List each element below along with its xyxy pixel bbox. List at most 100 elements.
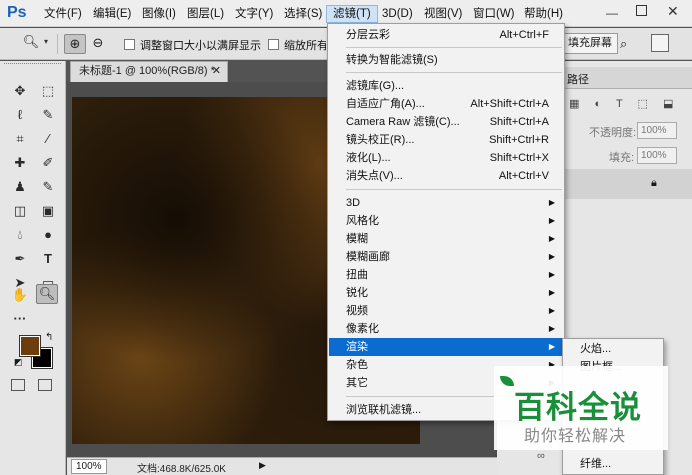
zoom-tool-preset-icon[interactable]: 🔍︎	[20, 33, 42, 53]
menu-type[interactable]: 文字(Y)	[229, 5, 279, 23]
more-tools-icon[interactable]: ···	[9, 309, 31, 329]
menu-item-stylize[interactable]: 风格化 ▶	[329, 212, 563, 230]
hand-tool-icon[interactable]: ✋	[9, 285, 31, 305]
fill-screen-button[interactable]: 填充屏幕	[562, 33, 618, 54]
history-brush-tool-icon[interactable]: ✎	[37, 177, 59, 197]
submenu-arrow-icon: ▶	[548, 216, 555, 225]
layer-filter-icons[interactable]: ▦ ◐ T ⬚ ⬓	[569, 97, 679, 110]
menu-item-pixelate[interactable]: 像素化 ▶	[329, 320, 563, 338]
menu-item-video[interactable]: 视频 ▶	[329, 302, 563, 320]
opacity-label: 不透明度:	[589, 127, 637, 139]
menu-edit[interactable]: 编辑(E)	[87, 5, 137, 23]
watermark: 百科全说 助你轻松解决	[494, 366, 668, 450]
menu-separator	[346, 72, 562, 73]
submenu-arrow-icon: ▶	[548, 306, 555, 315]
quick-selection-tool-icon[interactable]: ✎	[37, 105, 59, 125]
blur-tool-icon[interactable]: 💧︎	[9, 225, 31, 245]
swap-colors-icon[interactable]: ↰	[45, 332, 53, 343]
menu-item-adaptive-wide-angle[interactable]: 自适应广角(A)... Alt+Shift+Ctrl+A	[329, 95, 563, 113]
photoshop-logo: Ps	[7, 4, 27, 21]
menu-filter[interactable]: 滤镜(T)	[326, 5, 378, 23]
menu-separator	[346, 189, 562, 190]
dodge-tool-icon[interactable]: ●	[37, 225, 59, 245]
chevron-down-icon[interactable]: ▾	[44, 37, 48, 46]
close-icon[interactable]: ✕	[667, 3, 679, 20]
menu-item-sharpen[interactable]: 锐化 ▶	[329, 284, 563, 302]
menu-item-blur[interactable]: 模糊 ▶	[329, 230, 563, 248]
submenu-arrow-icon: ▶	[548, 270, 555, 279]
brush-tool-icon[interactable]: ✐	[37, 153, 59, 173]
move-tool-icon[interactable]: ✥	[9, 81, 31, 101]
quick-mask-icon[interactable]	[11, 379, 25, 391]
zoom-all-label: 缩放所有	[284, 40, 326, 52]
divider	[57, 34, 58, 54]
menu-3d[interactable]: 3D(D)	[376, 5, 419, 23]
zoom-level-field[interactable]: 100%	[71, 459, 107, 474]
menu-item-vanishing-point[interactable]: 消失点(V)... Alt+Ctrl+V	[329, 167, 563, 185]
submenu-arrow-icon: ▶	[548, 198, 555, 207]
zoom-in-button[interactable]: ⊕	[64, 34, 86, 54]
eyedropper-tool-icon[interactable]: ⁄	[37, 129, 59, 149]
menu-item-distort[interactable]: 扭曲 ▶	[329, 266, 563, 284]
menu-image[interactable]: 图像(I)	[136, 5, 182, 23]
foreground-color-swatch-top[interactable]	[19, 335, 41, 357]
tab-paths[interactable]: 路径	[567, 71, 589, 87]
document-info: 文档:468.8K/625.0K	[137, 464, 226, 475]
maximize-icon[interactable]	[636, 5, 647, 16]
submenu-arrow-icon: ▶	[548, 288, 555, 297]
zoom-out-button[interactable]: ⊖	[87, 34, 109, 54]
lock-icon: 🔒︎	[651, 177, 657, 189]
menu-item-3d[interactable]: 3D ▶	[329, 194, 563, 212]
watermark-subtitle: 助你轻松解决	[524, 428, 627, 445]
menu-item-liquify[interactable]: 液化(L)... Shift+Ctrl+X	[329, 149, 563, 167]
document-tab[interactable]: 未标题-1 @ 100%(RGB/8) * ✕	[70, 61, 228, 82]
lasso-tool-icon[interactable]: ℓ	[9, 105, 31, 125]
submenu-arrow-icon: ▶	[548, 324, 555, 333]
search-icon[interactable]: ⌕	[620, 36, 627, 52]
menu-item-lens-correction[interactable]: 镜头校正(R)... Shift+Ctrl+R	[329, 131, 563, 149]
clone-stamp-tool-icon[interactable]: ♟	[9, 177, 31, 197]
fill-field[interactable]: 100%	[637, 147, 677, 164]
menu-item-camera-raw[interactable]: Camera Raw 滤镜(C)... Shift+Ctrl+A	[329, 113, 563, 131]
menu-layer[interactable]: 图层(L)	[181, 5, 230, 23]
submenu-arrow-icon: ▶	[548, 252, 555, 261]
tools-panel: ✥ ⬚ ℓ ✎ ⌗ ⁄ ✚ ✐ ♟ ✎ ◫ ▣ 💧︎ ● ✒ T ➤ ▭ ✋ 🔍…	[0, 61, 66, 475]
submenu-item-fibers[interactable]: 纤维...	[563, 455, 663, 473]
submenu-item-flame[interactable]: 火焰...	[563, 340, 663, 358]
menu-item-render[interactable]: 渲染 ▶	[329, 338, 563, 356]
submenu-arrow-icon: ▶	[548, 342, 555, 351]
opacity-field[interactable]: 100%	[637, 122, 677, 139]
zoom-all-checkbox[interactable]	[268, 39, 279, 50]
menu-select[interactable]: 选择(S)	[278, 5, 328, 23]
menu-separator	[346, 47, 562, 48]
document-tab-title: 未标题-1 @ 100%(RGB/8) *	[79, 65, 215, 77]
marquee-tool-icon[interactable]: ⬚	[37, 81, 59, 101]
pen-tool-icon[interactable]: ✒	[9, 249, 31, 269]
screen-mode-icon[interactable]	[38, 379, 52, 391]
fill-label: 填充:	[609, 152, 635, 164]
menu-item-blur-gallery[interactable]: 模糊画廊 ▶	[329, 248, 563, 266]
leaf-icon	[500, 376, 514, 386]
chevron-right-icon[interactable]: ▶	[259, 460, 266, 471]
menu-window[interactable]: 窗口(W)	[467, 5, 521, 23]
menu-item-filter-gallery[interactable]: 滤镜库(G)...	[329, 77, 563, 95]
zoom-tool-icon[interactable]: 🔍︎	[36, 284, 58, 304]
healing-brush-tool-icon[interactable]: ✚	[9, 153, 31, 173]
default-colors-icon[interactable]: ◩	[14, 357, 23, 368]
menu-view[interactable]: 视图(V)	[418, 5, 468, 23]
minimize-icon[interactable]: —	[606, 6, 618, 20]
menu-item-convert-smart-filters[interactable]: 转换为智能滤镜(S)	[329, 51, 563, 69]
panel-grip	[4, 63, 61, 67]
eraser-tool-icon[interactable]: ◫	[9, 201, 31, 221]
menu-help[interactable]: 帮助(H)	[518, 5, 569, 23]
crop-tool-icon[interactable]: ⌗	[9, 129, 31, 149]
watermark-title: 百科全说	[514, 390, 642, 425]
gradient-tool-icon[interactable]: ▣	[37, 201, 59, 221]
type-tool-icon[interactable]: T	[37, 249, 59, 269]
close-tab-icon[interactable]: ✕	[212, 62, 221, 81]
resize-windows-checkbox[interactable]	[124, 39, 135, 50]
submenu-arrow-icon: ▶	[548, 234, 555, 243]
menu-file[interactable]: 文件(F)	[38, 5, 88, 23]
workspace-icon[interactable]	[651, 34, 669, 52]
menu-item-difference-clouds[interactable]: 分层云彩 Alt+Ctrl+F	[329, 26, 563, 44]
